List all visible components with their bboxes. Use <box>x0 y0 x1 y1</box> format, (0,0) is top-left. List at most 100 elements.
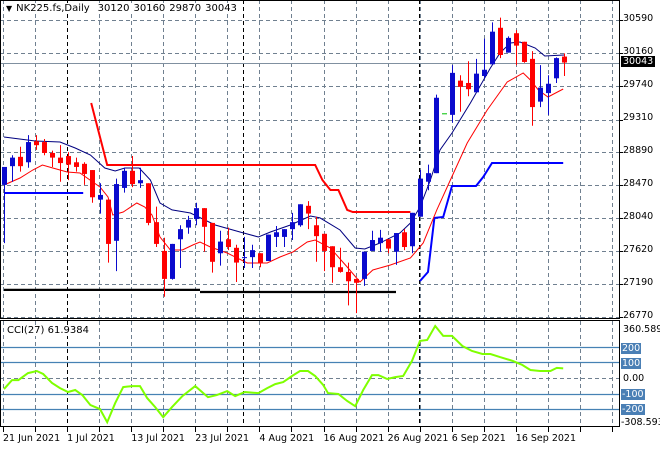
candle <box>34 135 39 150</box>
chart-header: ▼ NK225.fs,Daily 30120 30160 29870 30043 <box>6 3 239 14</box>
candle <box>442 113 447 115</box>
candle <box>482 38 487 79</box>
candle-body <box>202 208 207 227</box>
candle <box>58 145 63 182</box>
candle <box>506 36 511 53</box>
price-axis-label: 29310 <box>623 112 654 123</box>
candle <box>242 236 247 269</box>
candle <box>170 243 175 280</box>
candle-body <box>306 205 311 214</box>
candle-body <box>250 250 255 258</box>
candle <box>210 222 215 273</box>
candle-body <box>282 229 287 237</box>
candle <box>226 227 231 251</box>
candle-body <box>530 58 535 108</box>
candle <box>2 166 7 244</box>
candle <box>162 237 167 297</box>
candle <box>18 146 23 172</box>
candle-body <box>402 232 407 248</box>
candle-body <box>18 156 23 167</box>
chart-canvas[interactable] <box>0 0 660 450</box>
candle-body <box>154 222 159 244</box>
candle-body <box>66 156 71 165</box>
candle-body <box>506 37 511 53</box>
candle-body <box>218 241 223 254</box>
candle-body <box>442 113 447 115</box>
candle <box>50 150 55 167</box>
candle-body <box>194 208 199 220</box>
candle-body <box>410 212 415 247</box>
current-price-label: 30043 <box>621 56 656 67</box>
high-value: 30160 <box>133 3 166 14</box>
candle-body <box>114 184 119 241</box>
candle <box>370 230 375 251</box>
symbol-label: NK225.fs,Daily <box>16 3 90 14</box>
candle <box>146 183 151 226</box>
price-axis-label: 29740 <box>623 79 654 90</box>
candle <box>434 94 439 174</box>
date-axis-label: 6 Sep 2021 <box>451 433 506 444</box>
candle <box>330 246 335 283</box>
price-axis-label: 27190 <box>623 277 654 288</box>
candle <box>258 253 263 268</box>
candle-body <box>242 257 247 259</box>
candle <box>306 201 311 230</box>
candle <box>362 251 367 286</box>
cci-axis-max: 360.5895 <box>623 324 660 335</box>
candle <box>426 164 431 191</box>
candle-body <box>362 251 367 279</box>
candle-body <box>82 163 87 174</box>
candle-body <box>226 239 231 248</box>
candle <box>178 225 183 269</box>
candle-body <box>178 229 183 240</box>
price-axis-label: 27620 <box>623 244 654 255</box>
candle <box>530 51 535 126</box>
candle <box>490 22 495 65</box>
date-axis-label: 16 Sep 2021 <box>515 433 577 444</box>
blue-stop-line <box>419 162 564 282</box>
date-axis-label: 4 Aug 2021 <box>259 433 315 444</box>
candle <box>266 234 271 262</box>
candle-body <box>330 246 335 268</box>
cci-axis-200: 200 <box>621 343 642 354</box>
candle <box>250 244 255 269</box>
candle <box>10 155 15 182</box>
candle-body <box>514 33 519 46</box>
cci-axis-minus100: -100 <box>621 389 645 400</box>
cci-axis-minus200: -200 <box>621 404 645 415</box>
candle-body <box>274 232 279 237</box>
candle-body <box>298 204 303 226</box>
candle-body <box>314 225 319 237</box>
candle-body <box>426 173 431 182</box>
cci-header: CCI(27) 61.9384 <box>7 325 89 336</box>
candle <box>218 230 223 266</box>
price-axis-label: 28040 <box>623 211 654 222</box>
candle-body <box>562 56 567 63</box>
candle <box>498 17 503 59</box>
candle-body <box>2 166 7 185</box>
candle-body <box>50 152 55 158</box>
candle-body <box>290 222 295 230</box>
candle-body <box>10 157 15 167</box>
date-axis-label: 1 Jul 2021 <box>67 433 115 444</box>
close-value: 30043 <box>205 3 237 14</box>
candle-body <box>98 194 103 200</box>
candle-body <box>450 72 455 115</box>
price-axis-label: 30590 <box>623 13 654 24</box>
candle <box>282 229 287 248</box>
candle-body <box>146 183 151 223</box>
candle-body <box>498 27 503 55</box>
price-axis-label: 26770 <box>623 310 654 321</box>
candle-body <box>106 199 111 244</box>
candle-body <box>418 178 423 217</box>
candle <box>130 156 135 188</box>
candle <box>346 262 351 306</box>
candle <box>554 57 559 83</box>
candle-body <box>42 142 47 153</box>
candle-body <box>434 97 439 174</box>
candle <box>234 244 239 283</box>
candle-body <box>162 250 167 279</box>
candle <box>106 199 111 263</box>
collapse-triangle-icon[interactable]: ▼ <box>6 4 12 13</box>
candle <box>394 233 399 265</box>
